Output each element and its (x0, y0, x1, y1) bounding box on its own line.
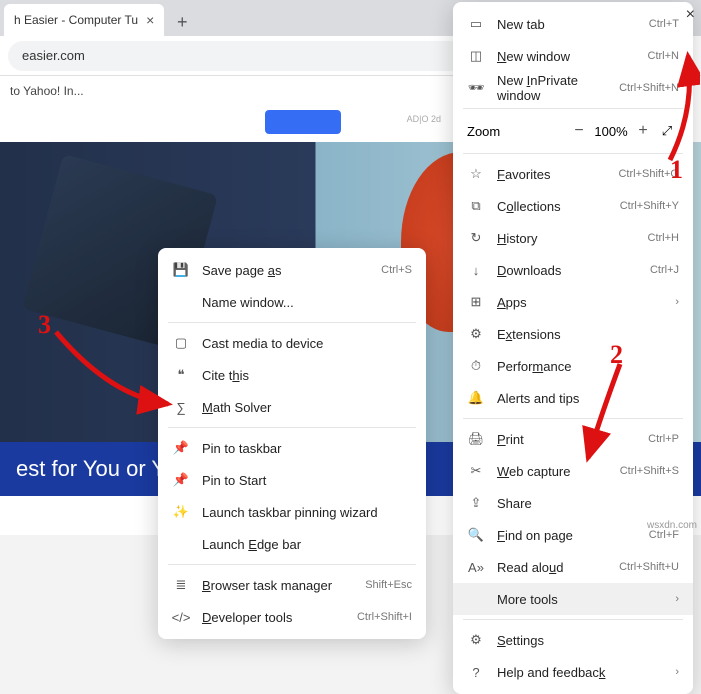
menu-separator (168, 564, 416, 565)
chevron-right-icon: › (675, 666, 679, 678)
submenu-developer-tools[interactable]: </> Developer tools Ctrl+Shift+I (158, 601, 426, 633)
bell-icon: 🔔 (467, 389, 485, 407)
menu-share[interactable]: ⇪ Share (453, 487, 693, 519)
annotation-number-2: 2 (610, 340, 623, 370)
menu-apps[interactable]: ⊞ Apps › (453, 286, 693, 318)
menu-help[interactable]: ? Help and feedback › (453, 656, 693, 688)
tab-title: h Easier - Computer Tu (14, 13, 138, 27)
annotation-arrow-1 (640, 50, 700, 170)
submenu-launch-edge-bar[interactable]: Launch Edge bar (158, 528, 426, 560)
menu-collections[interactable]: ⧉ Collections Ctrl+Shift+Y (453, 190, 693, 222)
menu-settings[interactable]: ⚙ Settings (453, 624, 693, 656)
share-icon: ⇪ (467, 494, 485, 512)
gear-icon: ⚙ (467, 631, 485, 649)
task-manager-icon: ≣ (172, 576, 190, 594)
search-icon: 🔍 (467, 526, 485, 544)
more-tools-submenu: 💾 Save page as Ctrl+S Name window... ▢ C… (158, 248, 426, 639)
submenu-launch-pinning-wizard[interactable]: ✨ Launch taskbar pinning wizard (158, 496, 426, 528)
annotation-number-3: 3 (38, 310, 51, 340)
menu-more-tools[interactable]: More tools › (453, 583, 693, 615)
inprivate-icon: 🕶 (467, 79, 485, 97)
help-icon: ? (467, 663, 485, 681)
active-tab[interactable]: h Easier - Computer Tu × (4, 4, 164, 36)
submenu-cast[interactable]: ▢ Cast media to device (158, 327, 426, 359)
zoom-value: 100% (591, 124, 631, 139)
performance-icon: ⏱ (467, 357, 485, 375)
collections-icon: ⧉ (467, 197, 485, 215)
blank-icon (172, 293, 190, 311)
submenu-cite-this[interactable]: ❝ Cite this (158, 359, 426, 391)
pin-icon: 📌 (172, 471, 190, 489)
window-icon: ◫ (467, 47, 485, 65)
menu-new-tab[interactable]: ▭ New tab Ctrl+T (453, 8, 693, 40)
menu-read-aloud[interactable]: A» Read aloud Ctrl+Shift+U (453, 551, 693, 583)
read-aloud-icon: A» (467, 558, 485, 576)
star-icon: ☆ (467, 165, 485, 183)
history-icon: ↻ (467, 229, 485, 247)
submenu-task-manager[interactable]: ≣ Browser task manager Shift+Esc (158, 569, 426, 601)
menu-extensions[interactable]: ⚙ Extensions (453, 318, 693, 350)
submenu-pin-taskbar[interactable]: 📌 Pin to taskbar (158, 432, 426, 464)
download-icon: ↓ (467, 261, 485, 279)
apps-icon: ⊞ (467, 293, 485, 311)
menu-separator (168, 322, 416, 323)
chevron-right-icon: › (675, 593, 679, 605)
submenu-name-window[interactable]: Name window... (158, 286, 426, 318)
ad-label: AD|O 2d (407, 114, 441, 124)
tab-close-icon[interactable]: × (146, 12, 154, 28)
save-icon: 💾 (172, 261, 190, 279)
print-icon: 🖨 (467, 430, 485, 448)
capture-icon: ✂ (467, 462, 485, 480)
annotation-number-1: 1 (670, 155, 683, 185)
menu-separator (168, 427, 416, 428)
menu-history[interactable]: ↻ History Ctrl+H (453, 222, 693, 254)
annotation-arrow-2 (560, 358, 660, 468)
submenu-math-solver[interactable]: ∑ Math Solver (158, 391, 426, 423)
blank-icon (172, 535, 190, 553)
submenu-save-page[interactable]: 💾 Save page as Ctrl+S (158, 254, 426, 286)
annotation-arrow-3 (50, 326, 180, 416)
url-text: easier.com (22, 48, 85, 63)
wizard-icon: ✨ (172, 503, 190, 521)
submenu-pin-start[interactable]: 📌 Pin to Start (158, 464, 426, 496)
bookmark-item[interactable]: to Yahoo! In... (10, 84, 84, 98)
watermark: wsxdn.com (647, 520, 697, 531)
chevron-right-icon: › (675, 296, 679, 308)
new-tab-icon: ▭ (467, 15, 485, 33)
menu-separator (463, 619, 683, 620)
extensions-icon: ⚙ (467, 325, 485, 343)
menu-downloads[interactable]: ↓ Downloads Ctrl+J (453, 254, 693, 286)
blank-icon (467, 590, 485, 608)
pin-icon: 📌 (172, 439, 190, 457)
window-close-icon[interactable]: × (686, 6, 695, 24)
new-tab-button[interactable]: + (168, 8, 196, 36)
devtools-icon: </> (172, 608, 190, 626)
page-cta-button[interactable] (265, 110, 341, 134)
zoom-out-button[interactable]: − (567, 122, 591, 140)
